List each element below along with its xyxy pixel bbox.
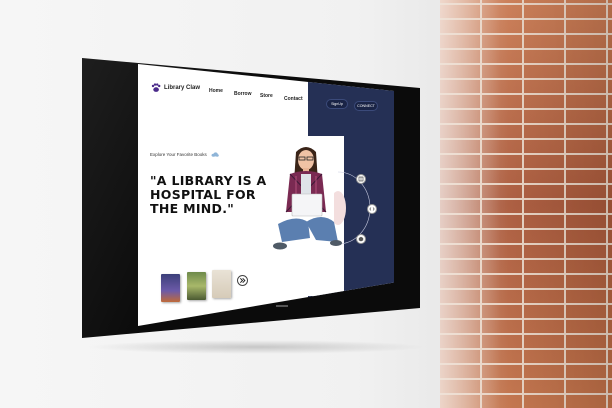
nav-borrow[interactable]: Borrow [234,91,252,97]
book-cover-2[interactable] [187,272,206,300]
hero-tagline: Explore Your Favorite Books [150,152,219,157]
box-feature-icon[interactable] [356,234,366,244]
tv-shadow [86,340,426,354]
connect-button[interactable]: CONNECT [354,101,378,111]
hero-quote: "A LIBRARY IS A HOSPITAL FOR THE MIND." [150,174,270,216]
site-logo[interactable]: Library Claw [151,83,200,93]
book-cover-3[interactable] [212,270,231,298]
signup-button[interactable]: SignUp [326,99,348,109]
brand-name: Library Claw [164,85,201,91]
code-icon [369,207,375,211]
book-cover-1[interactable] [161,274,180,302]
tagline-text: Explore Your Favorite Books [150,152,207,157]
nav-store[interactable]: Store [260,93,273,99]
paw-icon [151,83,161,92]
hero-person-photo [273,147,342,250]
double-chevron-right-icon [239,277,246,284]
code-feature-icon[interactable] [367,204,377,214]
book-icon [358,176,364,182]
brick-wall-shading [440,0,612,408]
books-next-button[interactable] [237,275,248,286]
nav-home[interactable]: Home [209,88,223,94]
quote-line-3: THE MIND." [150,201,235,216]
cloud-icon [211,152,219,157]
book-feature-icon[interactable] [356,174,366,184]
tv-foot-light [276,305,288,307]
tv-screen-website: Library Claw Home Borrow Store Contact S… [138,64,394,326]
quote-line-1: "A LIBRARY IS A [150,173,267,188]
nav-contact[interactable]: Contact [284,96,303,102]
quote-line-2: HOSPITAL FOR [150,187,256,202]
box-icon [358,236,364,242]
